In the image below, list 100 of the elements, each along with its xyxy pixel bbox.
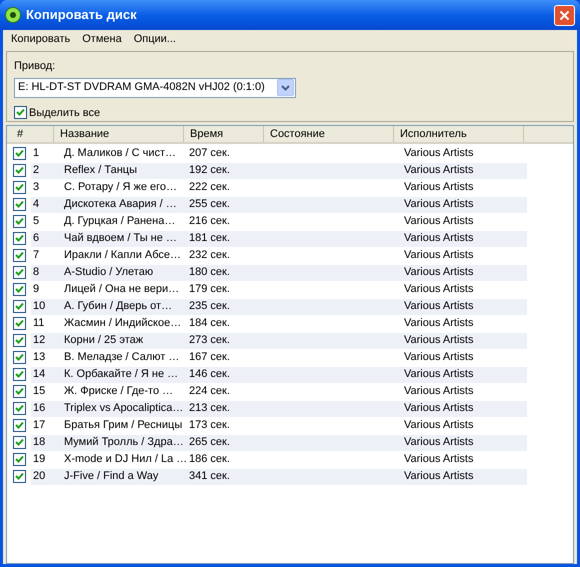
table-cell-text: 180 сек.	[188, 265, 231, 280]
checkbox[interactable]	[12, 147, 26, 160]
table-cell-text: J-Five / Find a Way	[63, 469, 160, 484]
checkbox[interactable]	[12, 385, 26, 398]
column-header[interactable]: Исполнитель	[394, 126, 524, 142]
table-cell-text: Мумий Тролль / Здра…	[63, 435, 185, 450]
table-cell-text: 213 сек.	[188, 401, 231, 416]
table-cell-text: А. Губин / Дверь от…	[63, 299, 174, 314]
table-cell-text: 18	[32, 435, 46, 450]
table-cell-text: 273 сек.	[188, 333, 231, 348]
table-cell-text: Various Artists	[403, 452, 474, 468]
table-cell-text: 16	[32, 401, 46, 416]
checkbox[interactable]	[12, 232, 26, 245]
column-header[interactable]: #	[7, 126, 54, 142]
table-cell-text: 10	[32, 299, 46, 314]
table-cell-text: Иракли / Капли Абсе…	[63, 248, 182, 264]
select-all-label: Выделить все	[29, 106, 100, 120]
table-cell-text: Reflex / Танцы	[63, 163, 138, 178]
checkbox[interactable]	[12, 181, 26, 194]
table-cell-text: Various Artists	[403, 180, 474, 196]
menu-item[interactable]: Опции...	[128, 31, 182, 48]
checkbox[interactable]	[14, 106, 27, 120]
table-cell-text: 167 сек.	[188, 350, 231, 366]
checkbox[interactable]	[12, 402, 26, 415]
table-cell-text: Дискотека Авария / …	[63, 197, 178, 212]
drive-dropdown[interactable]: E: HL-DT-ST DVDRAM GMA-4082N vHJ02 (0:1:0)	[14, 78, 296, 98]
table-cell-text: 341 сек.	[188, 469, 231, 484]
table-cell-text: В. Меладзе / Салют …	[63, 350, 180, 366]
table-cell-text: 7	[32, 248, 40, 264]
table-cell-text: A-Studio / Улетаю	[63, 265, 154, 280]
table-cell-text: Various Artists	[403, 197, 474, 212]
table-cell-text: 222 сек.	[188, 180, 231, 196]
checkbox[interactable]	[12, 198, 26, 211]
table-cell-text: Д. Маликов / С чист…	[63, 146, 178, 162]
table-cell-text: 3	[32, 180, 40, 196]
table-cell-text: Various Artists	[403, 418, 474, 434]
table-cell-text: 15	[32, 384, 46, 400]
table-cell-text: 181 сек.	[188, 231, 231, 246]
table-cell-text: Various Artists	[403, 231, 474, 246]
table-cell-text: Various Artists	[403, 146, 474, 162]
column-header[interactable]: Время	[184, 126, 264, 142]
column-header[interactable]: Состояние	[264, 126, 394, 142]
table-cell-text: 255 сек.	[188, 197, 231, 212]
checkbox[interactable]	[12, 419, 26, 432]
table-cell-text: 2	[32, 163, 40, 178]
table-cell-text: Жасмин / Индийское…	[63, 316, 182, 332]
table-cell-text: Various Artists	[403, 350, 474, 366]
table-cell-text: Triplex vs Apocaliptica…	[63, 401, 184, 416]
checkbox[interactable]	[12, 164, 26, 177]
checkbox[interactable]	[12, 300, 26, 313]
table-cell-text: 265 сек.	[188, 435, 231, 450]
close-icon	[559, 10, 570, 20]
table-cell-text: 186 сек.	[188, 452, 231, 468]
table-cell-text: 4	[32, 197, 40, 212]
table-cell-text: 19	[32, 452, 46, 468]
table-cell-text: 232 сек.	[188, 248, 231, 264]
column-header[interactable]: Название	[54, 126, 184, 142]
checkbox[interactable]	[12, 283, 26, 296]
table-cell-text: 12	[32, 333, 46, 348]
table-cell-text: Д. Гурцкая / Ранена…	[63, 214, 176, 230]
table-cell-text: 13	[32, 350, 46, 366]
menu-item[interactable]: Отмена	[76, 31, 128, 48]
table-cell-text: Various Artists	[403, 469, 474, 484]
table-cell-text: 8	[32, 265, 40, 280]
checkbox[interactable]	[12, 351, 26, 364]
checkbox[interactable]	[12, 249, 26, 262]
checkbox[interactable]	[12, 266, 26, 279]
checkbox[interactable]	[12, 436, 26, 449]
menu-item[interactable]: Копировать	[5, 31, 76, 48]
close-button[interactable]	[554, 4, 575, 26]
check-icon	[16, 108, 25, 118]
table-cell-text: 1	[32, 146, 40, 162]
checkbox[interactable]	[12, 470, 26, 483]
window-title: Копировать диск	[26, 6, 138, 24]
table-cell-text: Various Artists	[403, 214, 474, 230]
table-cell-text: 235 сек.	[188, 299, 231, 314]
table-cell-text: 20	[32, 469, 46, 484]
table-cell-text: С. Ротару / Я же его…	[63, 180, 178, 196]
table-cell-text: Лицей / Она не вери…	[63, 282, 180, 298]
drive-label: Привод:	[14, 59, 56, 74]
table-cell-text: 11	[32, 316, 46, 332]
table-cell-text: Various Artists	[403, 282, 474, 298]
table-cell-text: 184 сек.	[188, 316, 231, 332]
table-cell-text: Ж. Фриске / Где-то …	[63, 384, 174, 400]
checkbox[interactable]	[12, 215, 26, 228]
table-cell-text: X-mode и DJ Нил / La …	[63, 452, 187, 468]
table-cell-text: 17	[32, 418, 46, 434]
checkbox[interactable]	[12, 368, 26, 381]
table-cell-text: 179 сек.	[188, 282, 231, 298]
table-cell-text: Various Artists	[403, 333, 474, 348]
table-cell-text: Various Artists	[403, 435, 474, 450]
table-cell-text: 224 сек.	[188, 384, 231, 400]
table-cell-text: Корни / 25 этаж	[63, 333, 144, 348]
table-cell-text: 173 сек.	[188, 418, 231, 434]
checkbox[interactable]	[12, 453, 26, 466]
table-cell-text: 216 сек.	[188, 214, 231, 230]
checkbox[interactable]	[12, 334, 26, 347]
checkbox[interactable]	[12, 317, 26, 330]
table-cell-text: Various Artists	[403, 299, 474, 314]
table-cell-text: 207 сек.	[188, 146, 231, 162]
